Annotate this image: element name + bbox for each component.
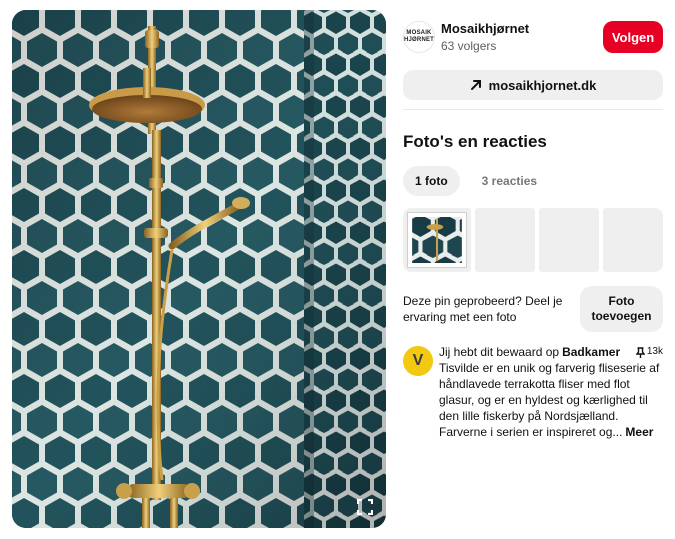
fullscreen-icon bbox=[357, 499, 373, 515]
website-link-button[interactable]: mosaikhjornet.dk bbox=[403, 70, 663, 100]
save-count: 13k bbox=[635, 344, 663, 360]
board-name-link[interactable]: Badkamer bbox=[562, 344, 620, 360]
pin-description: Tisvilde er en unik og farverig fliseser… bbox=[439, 360, 663, 440]
pin-image[interactable] bbox=[12, 10, 386, 528]
photo-placeholder bbox=[475, 208, 535, 272]
thumbnail-tiles bbox=[408, 213, 466, 267]
tried-pin-text: Deze pin geprobeerd? Deel je ervaring me… bbox=[403, 294, 563, 324]
arrow-up-right-icon bbox=[470, 80, 481, 90]
follow-button[interactable]: Volgen bbox=[603, 21, 663, 53]
tab-photos[interactable]: 1 foto bbox=[403, 166, 460, 196]
creator-logo[interactable]: MOSAIK HJØRNET bbox=[403, 21, 435, 53]
creator-logo-text-1: MOSAIK bbox=[406, 30, 432, 36]
photos-tabs: 1 foto 3 reacties bbox=[403, 166, 663, 196]
shower-tile-photo bbox=[12, 10, 386, 528]
saved-info-row: V Jij hebt dit bewaard op Badkamer 13k T… bbox=[403, 344, 663, 440]
pin-details-panel: MOSAIK HJØRNET Mosaikhjørnet 63 volgers … bbox=[403, 10, 663, 440]
website-link-label: mosaikhjornet.dk bbox=[488, 77, 597, 93]
save-count-value: 13k bbox=[646, 346, 663, 357]
creator-logo-text-2: HJØRNET bbox=[403, 37, 435, 43]
photo-placeholder bbox=[539, 208, 599, 272]
creator-followers: 63 volgers bbox=[441, 39, 497, 53]
photos-section-title: Foto's en reacties bbox=[403, 132, 547, 151]
more-link[interactable]: Meer bbox=[625, 425, 653, 439]
tab-comments[interactable]: 3 reacties bbox=[470, 166, 549, 196]
photo-thumbnail-image bbox=[407, 212, 467, 268]
add-photo-button[interactable]: Foto toevoegen bbox=[580, 286, 663, 332]
board-avatar[interactable]: V bbox=[403, 346, 433, 376]
fullscreen-button[interactable] bbox=[354, 496, 376, 518]
creator-info: Mosaikhjørnet 63 volgers bbox=[441, 21, 603, 53]
pin-icon bbox=[635, 346, 645, 358]
divider bbox=[403, 109, 663, 110]
saved-line: Jij hebt dit bewaard op Badkamer 13k bbox=[439, 344, 663, 360]
photo-strip bbox=[403, 208, 663, 272]
photo-thumbnail[interactable] bbox=[403, 208, 471, 272]
tried-pin-row: Deze pin geprobeerd? Deel je ervaring me… bbox=[403, 286, 663, 332]
saved-body: Jij hebt dit bewaard op Badkamer 13k Tis… bbox=[439, 344, 663, 440]
creator-name[interactable]: Mosaikhjørnet bbox=[441, 21, 603, 36]
saved-prefix: Jij hebt dit bewaard op bbox=[439, 345, 560, 359]
creator-row: MOSAIK HJØRNET Mosaikhjørnet 63 volgers … bbox=[403, 10, 663, 64]
photo-placeholder bbox=[603, 208, 663, 272]
